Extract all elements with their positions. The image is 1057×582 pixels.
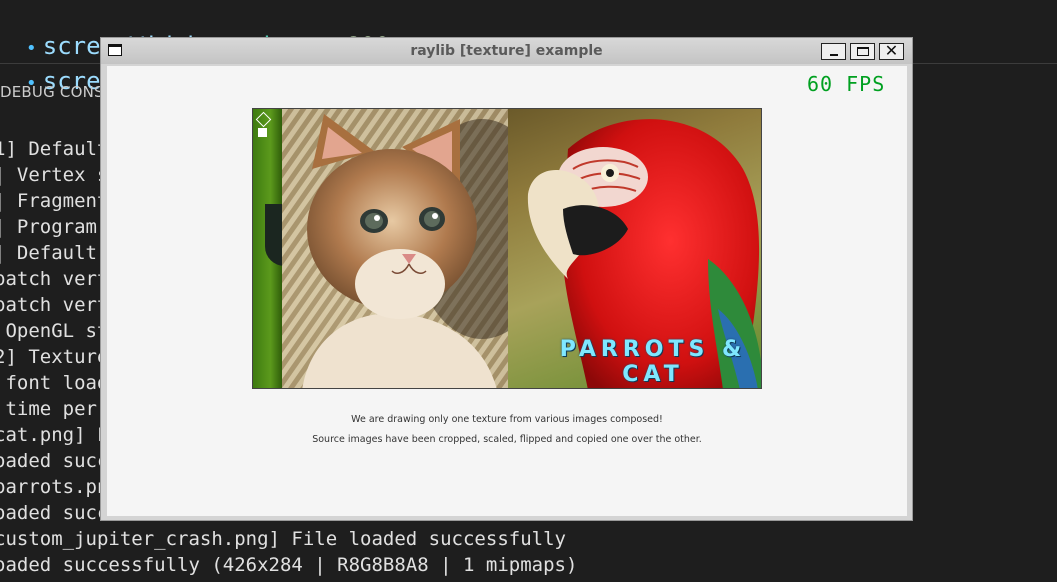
- jupiter-crash-image-slice: [253, 109, 291, 388]
- caption-line-2: Source images have been cropped, scaled,…: [312, 434, 702, 445]
- minimize-icon: [830, 54, 838, 56]
- window-title: raylib [texture] example: [410, 43, 603, 59]
- parrots-and-cat-banner: PARROTS & CAT: [559, 337, 747, 387]
- maximize-icon: [857, 47, 869, 56]
- cat-illustration: [282, 109, 508, 388]
- maximize-button[interactable]: [850, 43, 875, 60]
- close-button[interactable]: ✕: [879, 41, 904, 60]
- render-canvas: 60 FPS PARROTS & CAT We are drawing only…: [107, 66, 907, 516]
- window-titlebar[interactable]: raylib [texture] example ✕: [101, 38, 912, 64]
- close-icon: ✕: [884, 41, 899, 60]
- debug-console-tab[interactable]: DEBUG CONSO: [0, 80, 116, 104]
- fps-counter: 60 FPS: [807, 72, 886, 96]
- console-line: oaded successfully (426x284 | R8G8B8A8 |…: [0, 554, 578, 576]
- cat-image: [282, 109, 508, 388]
- parrots-image: PARROTS & CAT: [508, 109, 761, 388]
- minimize-button[interactable]: [821, 43, 846, 60]
- square-icon: [258, 128, 267, 137]
- diamond-icon: [255, 111, 272, 128]
- console-line: custom_jupiter_crash.png] File loaded su…: [0, 528, 566, 550]
- caption-line-1: We are drawing only one texture from var…: [351, 414, 663, 425]
- composed-texture: PARROTS & CAT: [252, 108, 762, 389]
- raylib-window: raylib [texture] example ✕ 60 FPS PARROT…: [101, 38, 912, 520]
- code-line-1: •screenWidth: c_int = 800;: [0, 1, 404, 60]
